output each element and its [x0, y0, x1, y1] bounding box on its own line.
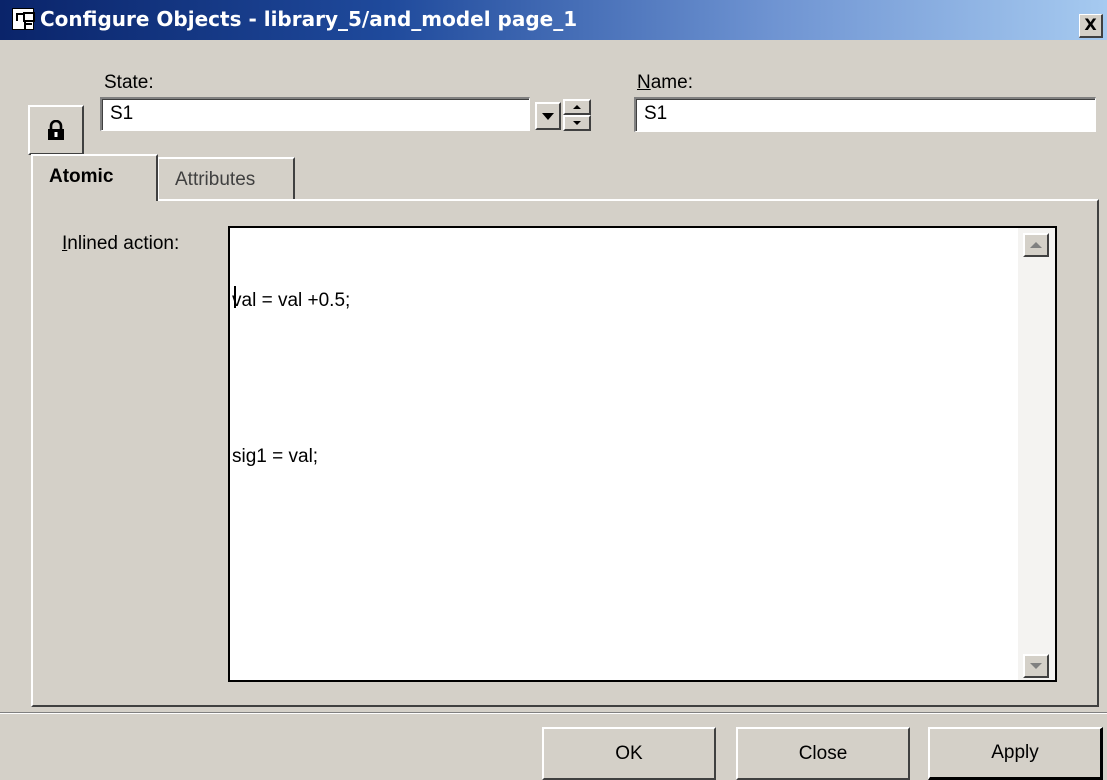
tab-attributes[interactable]: Attributes [157, 157, 295, 201]
close-button[interactable]: Close [736, 727, 910, 780]
apply-button[interactable]: Apply [928, 727, 1103, 780]
state-spin-up-button[interactable] [563, 99, 591, 115]
code-line: sig1 = val; [232, 446, 319, 467]
code-line: val = val +0.5; [232, 290, 351, 311]
state-combo-field[interactable]: S1 [100, 97, 530, 131]
lock-button[interactable] [28, 105, 84, 155]
close-window-button[interactable]: X [1079, 14, 1103, 38]
lock-icon [48, 120, 64, 140]
scroll-down-button[interactable] [1023, 654, 1049, 678]
name-label: Name: [637, 72, 693, 93]
vertical-scrollbar[interactable] [1018, 228, 1055, 680]
code-text[interactable]: val = val +0.5; sig1 = val; [232, 236, 1018, 522]
inlined-action-editor[interactable]: val = val +0.5; sig1 = val; [228, 226, 1057, 682]
tab-atomic[interactable]: Atomic [31, 154, 158, 201]
text-caret [234, 286, 236, 308]
app-icon[interactable] [12, 8, 35, 30]
ok-button[interactable]: OK [542, 727, 716, 780]
tab-label: Attributes [175, 169, 256, 190]
state-label: State: [104, 72, 154, 93]
configure-objects-dialog: Configure Objects - library_5/and_model … [0, 0, 1107, 780]
arrow-down-icon [573, 121, 581, 125]
chevron-down-icon [542, 112, 554, 120]
state-spin-down-button[interactable] [563, 115, 591, 131]
divider [0, 712, 1107, 714]
scrollbar-track[interactable] [1018, 228, 1055, 680]
arrow-up-icon [1030, 242, 1042, 248]
arrow-up-icon [573, 105, 581, 109]
state-spinner[interactable] [563, 99, 591, 132]
arrow-down-icon [1030, 663, 1042, 669]
state-dropdown-button[interactable] [535, 102, 561, 130]
title-bar[interactable]: Configure Objects - library_5/and_model … [0, 0, 1107, 40]
scroll-up-button[interactable] [1023, 233, 1049, 257]
name-field[interactable]: S1 [634, 97, 1096, 132]
window-title: Configure Objects - library_5/and_model … [40, 7, 578, 31]
inlined-action-label: Inlined action: [62, 233, 180, 254]
tab-label: Atomic [49, 166, 114, 187]
